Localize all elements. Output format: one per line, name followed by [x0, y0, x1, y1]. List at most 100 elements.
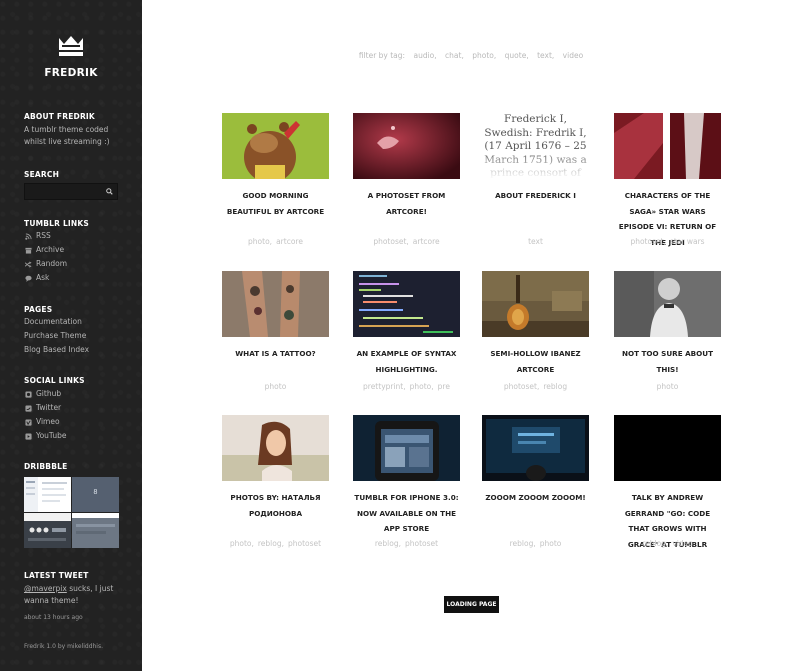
post-text-excerpt[interactable]: Frederick I, Swedish: Fredrik I, (17 Apr…: [482, 113, 589, 179]
post-image[interactable]: [482, 415, 589, 481]
post-title[interactable]: ABOUT FREDERICK I: [482, 188, 589, 204]
filter-label: filter by tag:: [358, 51, 406, 60]
post-tag[interactable]: prettyprint,: [363, 382, 406, 391]
sidebar-link-blog-based-index[interactable]: Blog Based Index: [24, 344, 89, 356]
site-title[interactable]: FREDRIK: [0, 67, 142, 79]
sidebar-link-label: Random: [36, 259, 68, 268]
post-title[interactable]: AN EXAMPLE OF SYNTAX HIGHLIGHTING.: [353, 346, 460, 377]
sidebar-link-youtube[interactable]: YouTube: [24, 430, 67, 442]
sidebar-link-purchase-theme[interactable]: Purchase Theme: [24, 330, 86, 342]
post-tag[interactable]: photoset: [288, 539, 321, 548]
crown-logo-icon[interactable]: [0, 34, 142, 58]
post-image[interactable]: [222, 271, 329, 337]
sidebar-link-github[interactable]: Github: [24, 388, 61, 400]
post-tag[interactable]: photo,: [410, 382, 434, 391]
tweet-time[interactable]: about 13 hours ago: [24, 614, 83, 621]
post-image[interactable]: [353, 415, 460, 481]
post-tag[interactable]: photoset,: [373, 237, 408, 246]
post-tag[interactable]: reblog: [543, 382, 567, 391]
post-title[interactable]: NOT TOO SURE ABOUT THIS!: [614, 346, 721, 377]
filter-tag-video[interactable]: video: [563, 51, 584, 60]
shuffle-icon: [24, 260, 32, 268]
post-tag[interactable]: reblog,: [375, 539, 401, 548]
dribbble-shot[interactable]: [72, 513, 119, 548]
post-tag[interactable]: artcore: [413, 237, 440, 246]
sidebar-link-label: Documentation: [24, 317, 82, 326]
post-tag[interactable]: reblog,: [258, 539, 284, 548]
github-icon: [24, 390, 32, 398]
post-image[interactable]: [353, 271, 460, 337]
search-box: [24, 183, 118, 200]
post-tag[interactable]: photoset,: [630, 237, 665, 246]
post-tags: photo, reblog, photoset: [222, 539, 329, 548]
post-image[interactable]: [482, 271, 589, 337]
filter-tag-photo[interactable]: photo,: [472, 51, 496, 60]
sidebar-link-label: Github: [36, 389, 62, 398]
latest-tweet-heading: LATEST TWEET: [24, 571, 89, 580]
search-icon: [105, 188, 113, 195]
post-tag[interactable]: video: [672, 539, 693, 548]
search-button[interactable]: [101, 184, 117, 199]
post-tag[interactable]: photo: [540, 539, 562, 548]
social-links-heading: SOCIAL LINKS: [24, 376, 85, 385]
sidebar-link-label: Archive: [36, 245, 65, 254]
dribbble-shot[interactable]: [24, 513, 71, 548]
sidebar-link-label: Twitter: [36, 403, 62, 412]
filter-tag-chat[interactable]: chat,: [445, 51, 464, 60]
post-tag[interactable]: photoset: [405, 539, 438, 548]
post-tag[interactable]: photoset,: [504, 382, 539, 391]
search-input[interactable]: [25, 184, 103, 199]
dribbble-shot[interactable]: 8: [72, 477, 119, 512]
post-card: A PHOTOSET FROM ARTCORE! photoset, artcor…: [353, 113, 460, 246]
post-tags: photoset, star wars: [614, 237, 721, 246]
loading-page-button[interactable]: LOADING PAGE: [444, 596, 499, 613]
post-tag[interactable]: artcore: [276, 237, 303, 246]
post-tags: photo, artcore: [222, 237, 329, 246]
post-tag[interactable]: photo: [657, 382, 679, 391]
post-tag[interactable]: star wars: [670, 237, 705, 246]
sidebar-link-random[interactable]: Random: [24, 258, 67, 270]
sidebar-link-vimeo[interactable]: Vimeo: [24, 416, 60, 428]
theme-credit[interactable]: Fredrik 1.0 by mikeliddhis.: [24, 643, 103, 650]
post-image[interactable]: [222, 415, 329, 481]
post-tags: photoset, reblog: [482, 382, 589, 391]
post-image[interactable]: [614, 113, 721, 179]
post-tags: text: [482, 237, 589, 246]
post-tag[interactable]: reblog,: [510, 539, 536, 548]
post-card: CHARACTERS OF THE SAGA» STAR WARS EPISOD…: [614, 113, 721, 250]
archive-icon: [24, 246, 32, 254]
post-title[interactable]: GOOD MORNING BEAUTIFUL BY ARTCORE: [222, 188, 329, 219]
post-title[interactable]: A PHOTOSET FROM ARTCORE!: [353, 188, 460, 219]
post-tag[interactable]: reblog,: [642, 539, 668, 548]
sidebar: FREDRIK ABOUT FREDRIK A tumblr theme cod…: [0, 0, 142, 671]
filter-tag-quote[interactable]: quote,: [505, 51, 529, 60]
sidebar-link-twitter[interactable]: Twitter: [24, 402, 61, 414]
post-title[interactable]: ZOOOM ZOOOM ZOOOM!: [482, 490, 589, 506]
tweet-mention-link[interactable]: @maverpix: [24, 584, 67, 593]
post-tag[interactable]: pre: [438, 382, 450, 391]
post-title[interactable]: WHAT IS A TATTOO?: [222, 346, 329, 362]
post-tag[interactable]: photo,: [248, 237, 272, 246]
post-image[interactable]: [614, 271, 721, 337]
post-image[interactable]: [222, 113, 329, 179]
filter-tag-text[interactable]: text,: [537, 51, 554, 60]
post-card: NOT TOO SURE ABOUT THIS! photo: [614, 271, 721, 391]
sidebar-link-documentation[interactable]: Documentation: [24, 316, 82, 328]
post-title[interactable]: SEMI-HOLLOW IBANEZ ARTCORE: [482, 346, 589, 377]
post-image[interactable]: [353, 113, 460, 179]
tweet-text: @maverpix sucks, I just wanna theme!: [24, 583, 122, 607]
sidebar-link-archive[interactable]: Archive: [24, 244, 64, 256]
filter-tag-audio[interactable]: audio,: [413, 51, 436, 60]
dribbble-shot[interactable]: [24, 477, 71, 512]
post-title[interactable]: TUMBLR FOR IPHONE 3.0: NOW AVAILABLE ON …: [353, 490, 460, 537]
post-card: TALK BY ANDREW GERRAND "GO: CODE THAT GR…: [614, 415, 721, 552]
post-tag[interactable]: photo,: [230, 539, 254, 548]
post-tag[interactable]: photo: [265, 382, 287, 391]
sidebar-link-label: Blog Based Index: [24, 345, 90, 354]
post-tag[interactable]: text: [528, 237, 543, 246]
post-video-thumbnail[interactable]: [614, 415, 721, 481]
post-tags: reblog, photo: [482, 539, 589, 548]
post-title[interactable]: PHOTOS BY: НАТАЛЬЯ РОДИОНОВА: [222, 490, 329, 521]
sidebar-link-rss[interactable]: RSS: [24, 230, 51, 242]
sidebar-link-ask[interactable]: Ask: [24, 272, 49, 284]
